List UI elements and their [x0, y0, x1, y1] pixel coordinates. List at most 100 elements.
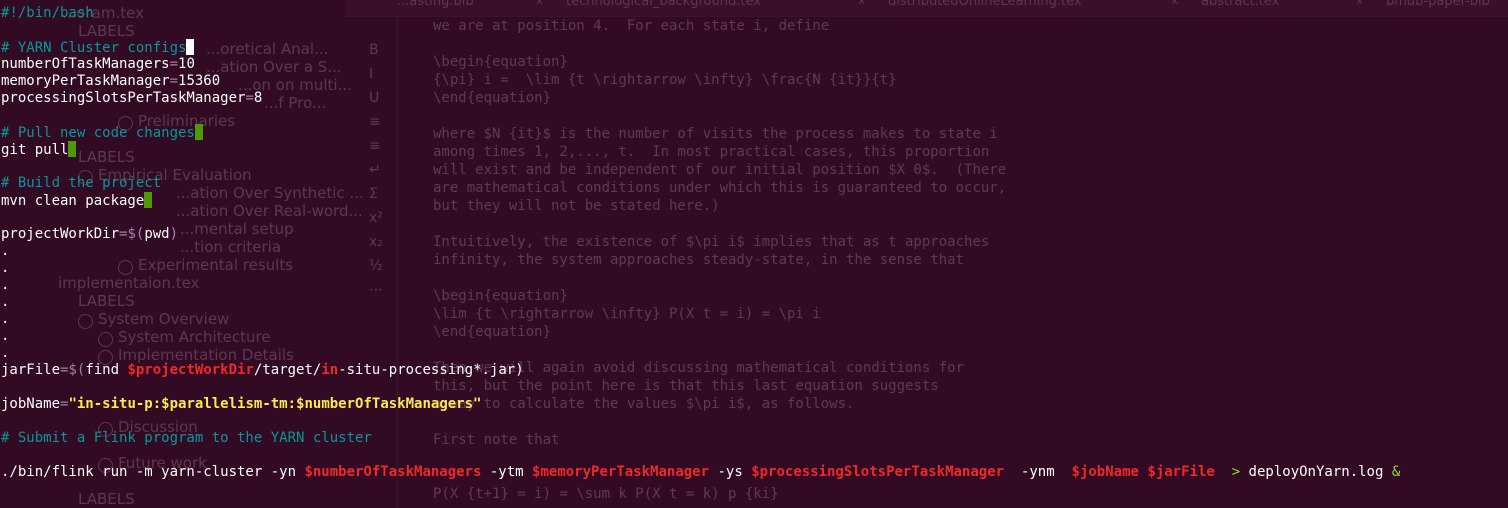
format-icon[interactable]: Σ [369, 186, 378, 202]
editor-line: P(X {t+1} = i) = \sum k P(X t = k) p {ki… [433, 486, 779, 502]
editor-line: but they will not be stated here.) [433, 198, 720, 214]
section-icon [118, 260, 133, 275]
code-token: -ytm [481, 464, 533, 480]
code-token: . [1, 345, 10, 361]
code-token: = [169, 73, 179, 89]
format-icon[interactable]: U [369, 90, 379, 106]
terminal-line: numberOfTaskManagers=10 [1, 56, 195, 73]
outline-item[interactable]: Experimental results [138, 256, 293, 274]
terminal-line: # Build the project [1, 175, 161, 192]
terminal-line: processingSlotsPerTaskManager=8 [1, 90, 262, 107]
outline-item[interactable]: ...mental setup [180, 220, 294, 238]
code-token: git pull [1, 142, 69, 158]
tab-close-icon[interactable]: × [536, 0, 543, 8]
editor-line: are mathematical conditions under which … [433, 180, 1007, 196]
tab-close-icon[interactable]: × [1171, 0, 1178, 8]
trailing-whitespace-marker [68, 141, 77, 157]
tab-close-icon[interactable]: × [1356, 0, 1363, 8]
code-token: & [1391, 464, 1401, 480]
code-token: $projectWorkDir [127, 362, 254, 378]
code-token: -ys [709, 464, 752, 480]
editor-line: this, but the point here is that this la… [433, 378, 939, 394]
outline-item[interactable]: ...oretical Anal... [206, 40, 328, 58]
outline-item[interactable]: System Overview [98, 310, 229, 328]
code-token: $jarFile [1147, 464, 1215, 480]
code-token: . [1, 277, 10, 293]
editor-tab[interactable]: technological_background.tex [566, 0, 761, 9]
editor-tab[interactable]: ...asting.bib [397, 0, 474, 9]
outline-item[interactable]: LABELS [78, 490, 135, 508]
terminal-line: . [1, 243, 9, 260]
format-icon[interactable]: ≡ [369, 138, 381, 154]
editor-line: \begin{equation} [433, 54, 568, 70]
outline-item[interactable]: implementaion.tex [58, 274, 199, 292]
text-cursor [186, 39, 195, 55]
editor-line: where $N {it}$ is the number of visits t… [433, 126, 998, 142]
outline-item[interactable]: ...ation Over Synthetic ... [176, 184, 364, 202]
terminal-line: jarFile=$(find $projectWorkDir/target/in… [1, 362, 524, 379]
terminal-line: . [1, 345, 9, 362]
section-icon [98, 332, 113, 347]
code-token: > [1231, 464, 1241, 480]
editor-tab[interactable]: abstract.tex [1201, 0, 1279, 9]
outline-item[interactable]: ...tion criteria [180, 238, 281, 256]
code-token: = [245, 90, 254, 106]
code-token: $( [127, 226, 145, 242]
code-token: . [1, 260, 10, 276]
format-icon[interactable]: ⋯ [369, 282, 383, 298]
outline-item[interactable]: System Architecture [118, 328, 271, 346]
terminal-line: #!/bin/bash [1, 5, 94, 22]
code-token: pwd [144, 226, 170, 242]
code-token: 8 [253, 90, 263, 106]
code-token: projectWorkDir [1, 226, 120, 242]
code-token: memoryPerTaskManager [1, 73, 170, 89]
code-token: ) [169, 226, 179, 242]
terminal-line: git pull [1, 141, 77, 158]
format-icon[interactable]: B [369, 42, 379, 58]
terminal-line: ./bin/flink run -m yarn-cluster -yn $num… [1, 464, 1400, 481]
format-icon[interactable]: x₂ [369, 234, 383, 250]
code-token: deployOnYarn.log [1240, 464, 1392, 480]
editor-line: infinity, the system approaches steady-s… [433, 252, 965, 268]
editor-tab[interactable]: bmdb-paper-bib [1386, 0, 1490, 9]
format-icon[interactable]: I [369, 66, 373, 82]
code-token: 15360 [178, 73, 221, 89]
code-token: # YARN Cluster configs [1, 40, 187, 56]
format-icon[interactable]: ½ [369, 258, 383, 274]
code-token: # Pull new code changes [1, 125, 195, 141]
code-token: processingSlotsPerTaskManager [1, 90, 246, 106]
editor-line: will exist and be independent of our ini… [433, 162, 1007, 178]
terminal-line: # Pull new code changes [1, 124, 203, 141]
outline-item[interactable]: ...ation Over Real-word... [176, 202, 363, 220]
code-token: jarFile [1, 362, 61, 378]
editor-tab[interactable]: distributedOnlineLearning.tex [888, 0, 1082, 9]
editor-line: \begin{equation} [433, 288, 568, 304]
code-token: mvn clean package [1, 193, 145, 209]
terminal-line: . [1, 311, 9, 328]
format-icon[interactable]: ≡ [369, 114, 381, 130]
outline-item[interactable]: LABELS [78, 22, 135, 40]
terminal-line: # YARN Cluster configs [1, 39, 195, 56]
code-token: $processingSlotsPerTaskManager [751, 464, 1005, 480]
code-token: = [169, 56, 179, 72]
code-token: $jobName [1071, 464, 1139, 480]
outline-item[interactable]: ...ation Over a S... [206, 58, 342, 76]
format-icon[interactable]: ↵ [369, 162, 381, 178]
outline-item[interactable]: LABELS [78, 148, 135, 166]
editor-line: First note that [433, 432, 560, 448]
code-token: ./bin/flink run -m yarn-cluster -yn [1, 464, 305, 480]
editor-line: Intuitively, the existence of $\pi i$ im… [433, 234, 990, 250]
code-token: -ynm [1004, 464, 1072, 480]
code-token: #!/bin/bash [1, 5, 94, 21]
outline-item[interactable]: ...f Pro... [264, 94, 326, 112]
tab-close-icon[interactable]: × [858, 0, 865, 8]
trailing-whitespace-marker [194, 124, 203, 140]
terminal-line: # Submit a Flink program to the YARN clu… [1, 430, 372, 447]
terminal-line: mvn clean package [1, 192, 153, 209]
section-icon [78, 314, 93, 329]
outline-item[interactable]: LABELS [78, 292, 135, 310]
code-token: /target/ [253, 362, 322, 378]
format-icon[interactable]: x² [369, 210, 383, 226]
editor-line: among times 1, 2,..., t. In most practic… [433, 144, 990, 160]
